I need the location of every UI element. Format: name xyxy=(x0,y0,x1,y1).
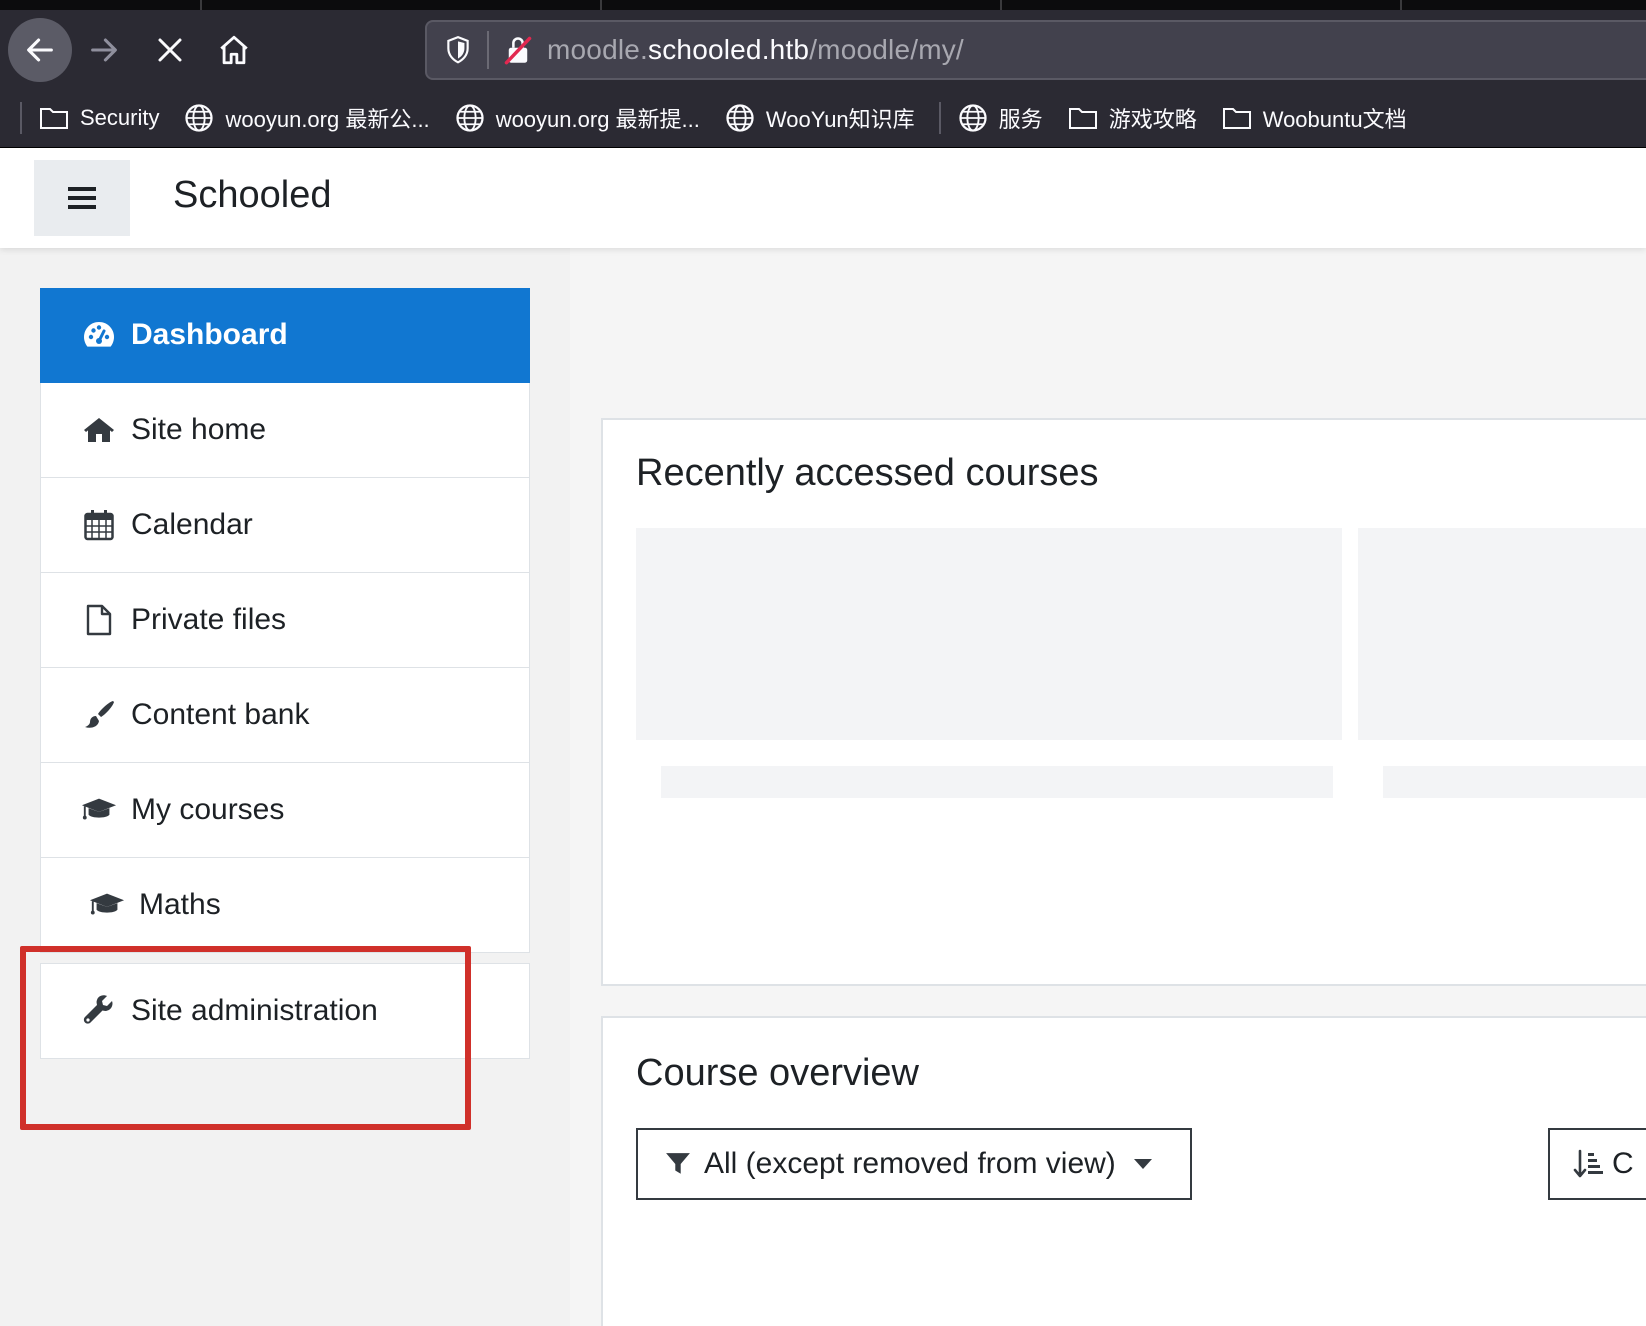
course-card-placeholder-line xyxy=(661,766,1333,798)
url-prefix: moodle. xyxy=(547,34,649,65)
back-button[interactable] xyxy=(8,18,72,82)
recent-courses-title: Recently accessed courses xyxy=(636,452,1099,494)
course-overview-block: Course overview All (except removed from… xyxy=(601,1016,1646,1326)
nav-list: Dashboard Site home Calendar Private fil… xyxy=(40,288,530,953)
sort-amount-icon xyxy=(1572,1147,1606,1181)
browser-tab-strip xyxy=(0,0,1646,10)
folder-icon xyxy=(1067,103,1099,133)
course-overview-title: Course overview xyxy=(636,1052,919,1094)
nav-item-label: Content bank xyxy=(131,698,310,731)
bookmark-wooyun-latest-submit[interactable]: wooyun.org 最新提... xyxy=(446,96,708,140)
course-card-placeholder-line xyxy=(1383,766,1646,798)
nav-item-site-home[interactable]: Site home xyxy=(40,383,530,478)
bookmark-wooyun-latest-public[interactable]: wooyun.org 最新公... xyxy=(175,96,437,140)
course-card-placeholder-image xyxy=(636,528,1342,740)
home-icon xyxy=(81,412,117,448)
wrench-icon xyxy=(81,993,117,1029)
bookmarks-separator xyxy=(20,101,22,134)
calendar-icon xyxy=(81,507,117,543)
bookmark-label: Security xyxy=(80,104,160,130)
course-filter-dropdown[interactable]: All (except removed from view) xyxy=(636,1128,1192,1200)
nav-item-label: Private files xyxy=(131,603,287,636)
browser-toolbar: moodle.schooled.htb/moodle/my/ xyxy=(0,10,1646,88)
nav-item-label: Site home xyxy=(131,413,267,446)
nav-item-private-files[interactable]: Private files xyxy=(40,573,530,668)
site-name[interactable]: Schooled xyxy=(173,174,331,217)
home-button[interactable] xyxy=(210,26,258,74)
bookmark-security[interactable]: Security xyxy=(30,96,167,140)
hamburger-menu-icon xyxy=(68,187,96,209)
filter-funnel-icon xyxy=(664,1150,692,1178)
bookmark-services[interactable]: 服务 xyxy=(949,96,1051,140)
main-content: Recently accessed courses Course overvie… xyxy=(570,248,1646,1326)
course-filter-label: All (except removed from view) xyxy=(704,1147,1116,1180)
bookmark-label: wooyun.org 最新公... xyxy=(225,106,430,132)
nav-item-maths[interactable]: Maths xyxy=(40,858,530,953)
drawer-toggle-button[interactable] xyxy=(34,160,130,236)
bookmark-label: wooyun.org 最新提... xyxy=(495,106,700,132)
nav-item-label: My courses xyxy=(131,793,285,826)
tab-separator xyxy=(1400,0,1402,10)
tab-separator xyxy=(600,0,602,10)
arrow-right-icon xyxy=(91,38,117,62)
arrow-left-icon xyxy=(27,38,53,62)
site-header: Schooled xyxy=(0,148,1646,248)
forward-button[interactable] xyxy=(80,26,128,74)
nav-item-label: Maths xyxy=(139,888,221,921)
nav-item-my-courses[interactable]: My courses xyxy=(40,763,530,858)
dashboard-gauge-icon xyxy=(81,317,117,353)
globe-icon xyxy=(183,103,215,133)
close-icon xyxy=(158,38,182,62)
tracking-protection-shield-icon[interactable] xyxy=(443,33,473,67)
stop-loading-button[interactable] xyxy=(146,26,194,74)
nav-item-site-administration[interactable]: Site administration xyxy=(40,963,530,1059)
nav-item-calendar[interactable]: Calendar xyxy=(40,478,530,573)
bookmarks-separator xyxy=(938,101,941,134)
home-outline-icon xyxy=(220,35,248,65)
bookmark-woobuntu-docs[interactable]: Woobuntu文档 xyxy=(1213,96,1415,140)
tab-separator xyxy=(1000,0,1002,10)
address-bar-divider xyxy=(487,31,489,69)
graduation-cap-icon xyxy=(81,792,117,828)
url-text[interactable]: moodle.schooled.htb/moodle/my/ xyxy=(547,34,964,66)
graduation-cap-icon xyxy=(89,887,125,923)
nav-item-content-bank[interactable]: Content bank xyxy=(40,668,530,763)
paintbrush-icon xyxy=(81,697,117,733)
file-icon xyxy=(81,602,117,638)
bookmark-wooyun-knowledge[interactable]: WooYun知识库 xyxy=(716,96,923,140)
nav-drawer: Dashboard Site home Calendar Private fil… xyxy=(0,248,570,1326)
globe-icon xyxy=(957,103,989,133)
folder-icon xyxy=(38,103,70,133)
bookmarks-toolbar: Security wooyun.org 最新公... wooyun.org 最新… xyxy=(0,88,1646,148)
insecure-lock-icon[interactable] xyxy=(503,33,533,67)
course-sort-label: C xyxy=(1612,1147,1634,1180)
url-host: schooled.htb xyxy=(648,34,810,65)
globe-icon xyxy=(454,103,486,133)
nav-item-label: Site administration xyxy=(131,994,378,1027)
chevron-down-icon xyxy=(1133,1159,1152,1169)
folder-icon xyxy=(1221,103,1253,133)
course-sort-dropdown[interactable]: C xyxy=(1548,1128,1646,1200)
recent-courses-block: Recently accessed courses xyxy=(601,418,1646,986)
bookmark-game-guides[interactable]: 游戏攻略 xyxy=(1059,96,1205,140)
globe-icon xyxy=(724,103,756,133)
nav-item-dashboard[interactable]: Dashboard xyxy=(40,288,530,383)
nav-item-label: Calendar xyxy=(131,508,253,541)
bookmark-label: WooYun知识库 xyxy=(765,106,915,132)
bookmark-label: Woobuntu文档 xyxy=(1262,106,1407,132)
address-bar[interactable]: moodle.schooled.htb/moodle/my/ xyxy=(425,20,1646,80)
bookmark-label: 服务 xyxy=(998,106,1043,132)
course-card-placeholder-image xyxy=(1358,528,1646,740)
tab-separator xyxy=(200,0,202,10)
nav-item-label: Dashboard xyxy=(131,318,288,351)
url-path: /moodle/my/ xyxy=(809,34,964,65)
bookmark-label: 游戏攻略 xyxy=(1108,106,1197,132)
